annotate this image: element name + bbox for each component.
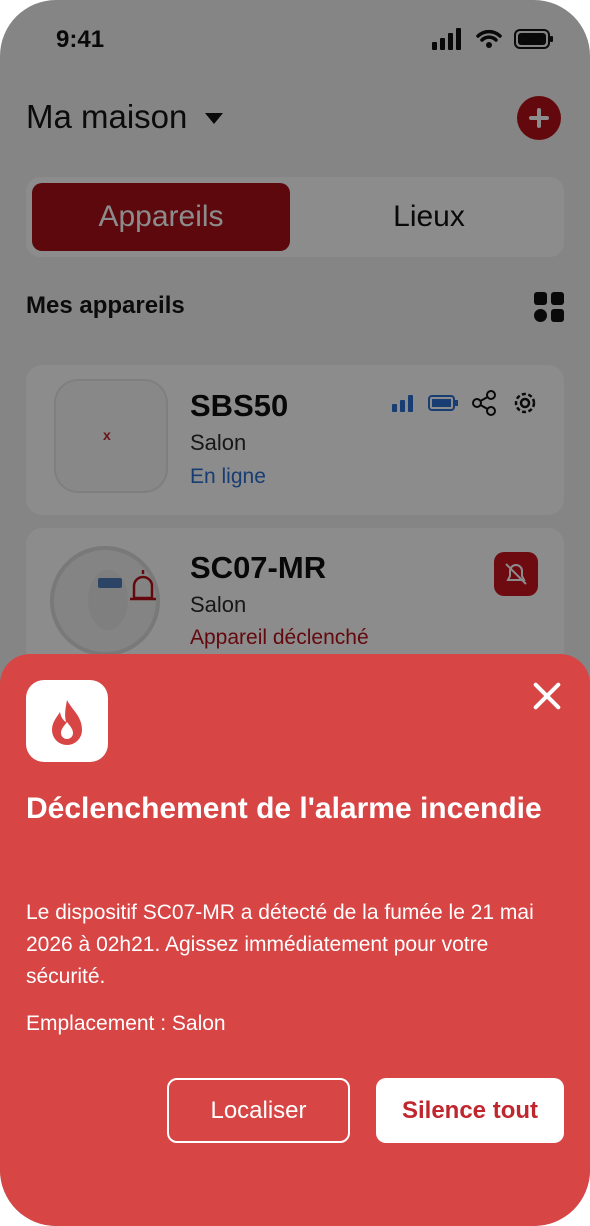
locate-button[interactable]: Localiser (167, 1078, 350, 1143)
fire-icon (26, 680, 108, 762)
phone-screen: 9:41 Ma maison Appareils Lieux Mes appar… (0, 0, 590, 1226)
alert-location: Emplacement : Salon (26, 1012, 226, 1035)
alert-message: Le dispositif SC07-MR a détecté de la fu… (26, 901, 534, 988)
alert-title: Déclenchement de l'alarme incendie (26, 792, 542, 825)
silence-all-button[interactable]: Silence tout (376, 1078, 564, 1143)
close-icon[interactable] (529, 678, 565, 714)
